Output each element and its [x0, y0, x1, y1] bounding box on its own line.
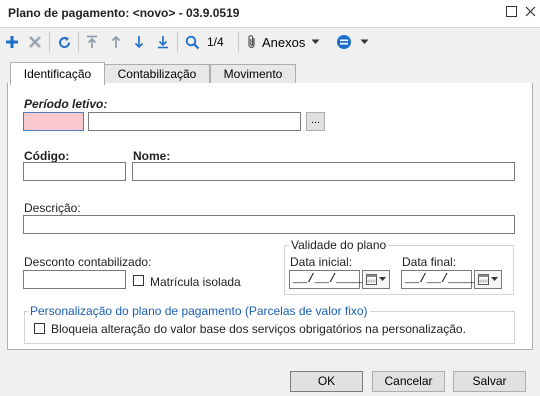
- save-button[interactable]: Salvar: [453, 371, 526, 392]
- data-inicial-input[interactable]: __/__/____: [289, 270, 365, 289]
- tab-identificacao[interactable]: Identificação: [10, 62, 105, 85]
- record-position: 1/4: [207, 35, 224, 49]
- matricula-isolada-checkbox[interactable]: [133, 275, 144, 286]
- data-final-label: Data final:: [402, 255, 457, 269]
- chevron-down-icon: [491, 277, 498, 281]
- tab-contabilizacao[interactable]: Contabilização: [104, 64, 210, 84]
- first-record-button[interactable]: [83, 31, 101, 53]
- chevron-down-icon: [360, 39, 369, 44]
- toolbar-separator: [238, 32, 239, 52]
- attachments-button[interactable]: Anexos: [246, 31, 330, 53]
- close-icon: [525, 6, 535, 17]
- periodo-letivo-description-input[interactable]: [88, 112, 301, 131]
- next-record-button[interactable]: [130, 31, 148, 53]
- paperclip-icon: [248, 35, 255, 49]
- desconto-label: Desconto contabilizado:: [24, 255, 152, 269]
- descricao-label: Descrição:: [24, 201, 81, 215]
- chevron-down-icon: [311, 39, 320, 44]
- periodo-letivo-label: Período letivo:: [24, 97, 108, 111]
- bloqueia-label: Bloqueia alteração do valor base dos ser…: [51, 322, 466, 336]
- codigo-input[interactable]: [23, 162, 126, 181]
- add-button[interactable]: [3, 31, 21, 53]
- toolbar-separator: [78, 32, 79, 52]
- desconto-input[interactable]: [23, 270, 126, 289]
- bloqueia-checkbox[interactable]: [34, 323, 45, 334]
- arrow-first-icon: [87, 35, 97, 48]
- previous-record-button[interactable]: [107, 31, 125, 53]
- codigo-label: Código:: [24, 149, 70, 163]
- periodo-lookup-button[interactable]: ...: [306, 112, 325, 131]
- attachments-label: Anexos: [262, 34, 306, 50]
- refresh-button[interactable]: [54, 31, 74, 53]
- plus-icon: [6, 36, 18, 48]
- window-title: Plano de pagamento: <novo> - 03.9.0519: [8, 6, 240, 20]
- data-inicial-calendar-button[interactable]: [362, 270, 390, 289]
- refresh-icon: [58, 36, 70, 48]
- ok-button[interactable]: OK: [290, 371, 363, 392]
- delete-button[interactable]: [26, 31, 44, 53]
- tab-movimento[interactable]: Movimento: [210, 64, 296, 84]
- descricao-input[interactable]: [23, 215, 515, 234]
- matricula-isolada-label: Matrícula isolada: [150, 275, 241, 289]
- close-button[interactable]: [522, 5, 538, 21]
- maximize-icon: [505, 6, 517, 17]
- last-record-button[interactable]: [154, 31, 172, 53]
- toolbar-separator: [49, 32, 50, 52]
- nome-input[interactable]: [132, 162, 515, 181]
- arrow-last-icon: [158, 36, 168, 49]
- menu-circle-icon: [337, 35, 351, 49]
- delete-x-icon: [29, 36, 41, 48]
- validade-group-label: Validade do plano: [289, 238, 389, 252]
- toolbar-separator: [177, 32, 178, 52]
- calendar-icon: [478, 274, 489, 285]
- search-icon: [185, 35, 199, 49]
- data-final-input[interactable]: __/__/____: [401, 270, 477, 289]
- arrow-down-icon: [134, 36, 144, 49]
- personalizacao-group-label: Personalização do plano de pagamento (Pa…: [28, 304, 370, 318]
- calendar-icon: [366, 274, 377, 285]
- chevron-down-icon: [379, 277, 386, 281]
- search-button[interactable]: [182, 31, 202, 53]
- options-menu-button[interactable]: [336, 31, 380, 53]
- nome-label: Nome:: [133, 149, 171, 163]
- periodo-letivo-code-input[interactable]: [23, 112, 84, 131]
- data-final-calendar-button[interactable]: [474, 270, 502, 289]
- maximize-button[interactable]: [503, 5, 519, 21]
- cancel-button[interactable]: Cancelar: [372, 371, 445, 392]
- arrow-up-icon: [111, 35, 121, 48]
- data-inicial-label: Data inicial:: [290, 255, 353, 269]
